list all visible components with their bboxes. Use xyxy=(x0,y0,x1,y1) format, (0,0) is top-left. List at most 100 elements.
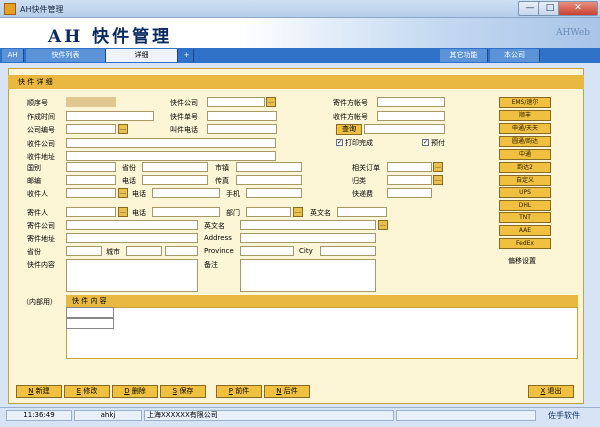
caller-phone-input[interactable] xyxy=(207,124,277,134)
province-en-input[interactable] xyxy=(240,246,294,256)
send-addr-input[interactable] xyxy=(66,233,198,243)
courier-button-2[interactable]: 申通/天天 xyxy=(499,123,551,134)
edit-label: 修改 xyxy=(83,387,98,395)
paid-checkbox[interactable]: ✓ xyxy=(422,139,429,146)
en-name2-input[interactable] xyxy=(240,220,376,230)
courier-button-1[interactable]: 顺丰 xyxy=(499,110,551,121)
sender-lookup-button[interactable]: … xyxy=(118,207,128,217)
new-button[interactable]: N 新建 xyxy=(16,385,62,398)
paid-label: 预付 xyxy=(431,139,445,147)
courier-button-11[interactable]: FedEx xyxy=(499,238,551,249)
courier-button-7[interactable]: UPS xyxy=(499,187,551,198)
fax-input[interactable] xyxy=(236,175,302,185)
mobile-label: 手机 xyxy=(226,190,240,198)
content-textarea[interactable] xyxy=(66,259,198,292)
tab-home[interactable]: AH xyxy=(2,49,24,62)
sender-acct-input[interactable] xyxy=(377,97,445,107)
internal-label: （内部用） xyxy=(22,298,57,306)
created-input[interactable] xyxy=(66,111,154,121)
printed-checkbox[interactable]: ✓ xyxy=(336,139,343,146)
country-input[interactable] xyxy=(66,162,116,172)
city-en-input[interactable] xyxy=(320,246,376,256)
sprovince-label: 省份 xyxy=(27,248,41,256)
dept-lookup-button[interactable]: … xyxy=(293,207,303,217)
order-input[interactable] xyxy=(387,162,432,172)
scity-label: 城市 xyxy=(106,248,120,256)
content-label: 快件内容 xyxy=(27,261,55,269)
province-label: 省份 xyxy=(122,164,136,172)
delete-button[interactable]: D 删除 xyxy=(112,385,158,398)
zip-input[interactable] xyxy=(66,175,116,185)
tab-add[interactable]: + xyxy=(180,49,194,62)
sender-label: 寄件人 xyxy=(27,209,48,217)
status-vendor: 佐手软件 xyxy=(548,411,580,420)
offset-settings-link[interactable]: 偏移设置 xyxy=(508,256,536,266)
close-button[interactable]: ✕ xyxy=(558,1,598,16)
tab-list[interactable]: 快件列表 xyxy=(26,49,106,62)
en-name2-lookup-button[interactable]: … xyxy=(378,220,388,230)
courier-co-label: 快件公司 xyxy=(170,99,198,107)
category-input[interactable] xyxy=(387,175,432,185)
company-no-lookup-button[interactable]: … xyxy=(118,124,128,134)
grid-cell[interactable] xyxy=(66,307,114,318)
express-fee-label: 快递费 xyxy=(352,190,373,198)
courier-button-10[interactable]: AAE xyxy=(499,225,551,236)
courier-button-5[interactable]: 韵达2 xyxy=(499,162,551,173)
phone2-input[interactable] xyxy=(152,188,220,198)
internal-grid[interactable] xyxy=(66,307,578,359)
app-logo: AH 快件管理 xyxy=(48,27,173,47)
recv-addr-input[interactable] xyxy=(66,151,276,161)
courier-co-lookup-button[interactable]: … xyxy=(266,97,276,107)
prev-button[interactable]: P 前件 xyxy=(216,385,262,398)
recv-acct-input[interactable] xyxy=(377,111,445,121)
courier-button-3[interactable]: 圆通/韵达 xyxy=(499,136,551,147)
save-button[interactable]: S 保存 xyxy=(160,385,206,398)
company-no-input[interactable] xyxy=(66,124,116,134)
receiver-input[interactable] xyxy=(66,188,116,198)
phone2-label: 电话 xyxy=(132,190,146,198)
en-name-input[interactable] xyxy=(337,207,387,217)
express-fee-input[interactable] xyxy=(387,188,432,198)
province-input[interactable] xyxy=(142,162,208,172)
zip-label: 邮编 xyxy=(27,177,41,185)
dept-input[interactable] xyxy=(246,207,291,217)
courier-button-9[interactable]: TNT xyxy=(499,212,551,223)
courier-no-input[interactable] xyxy=(207,111,277,121)
query-button[interactable]: 查询 xyxy=(336,124,362,135)
note-label: 备注 xyxy=(204,261,218,269)
send-addr-label: 寄件地址 xyxy=(27,235,55,243)
recv-company-input[interactable] xyxy=(66,138,276,148)
note-textarea[interactable] xyxy=(240,259,376,292)
scity-input[interactable] xyxy=(126,246,162,256)
next-button[interactable]: N 后件 xyxy=(264,385,310,398)
mobile-input[interactable] xyxy=(246,188,302,198)
delete-key: D xyxy=(124,387,130,395)
internal-header: 快 件 内 容 xyxy=(66,295,578,307)
address-input[interactable] xyxy=(240,233,376,243)
sender-input[interactable] xyxy=(66,207,116,217)
edit-button[interactable]: E 修改 xyxy=(64,385,110,398)
courier-button-4[interactable]: 中通 xyxy=(499,149,551,160)
dept-label: 部门 xyxy=(226,209,240,217)
exit-button[interactable]: X 退出 xyxy=(528,385,574,398)
order-lookup-button[interactable]: … xyxy=(433,162,443,172)
city-input[interactable] xyxy=(236,162,302,172)
courier-button-0[interactable]: EMS/速尔 xyxy=(499,97,551,108)
save-label: 保存 xyxy=(179,387,194,395)
courier-button-8[interactable]: DHL xyxy=(499,200,551,211)
phone-input[interactable] xyxy=(142,175,208,185)
send-company-input[interactable] xyxy=(66,220,198,230)
tab-detail[interactable]: 详细 xyxy=(106,49,178,62)
grid-cell-edit[interactable] xyxy=(66,318,114,329)
district-input[interactable] xyxy=(165,246,198,256)
courier-co-input[interactable] xyxy=(207,97,265,107)
sphone-input[interactable] xyxy=(152,207,220,217)
tab-company[interactable]: 本公司 xyxy=(490,49,540,62)
tab-other[interactable]: 其它功能 xyxy=(440,49,488,62)
category-lookup-button[interactable]: … xyxy=(433,175,443,185)
receiver-lookup-button[interactable]: … xyxy=(118,188,128,198)
courier-button-6[interactable]: 自定义 xyxy=(499,175,551,186)
query-input[interactable] xyxy=(364,124,445,134)
sprovince-input[interactable] xyxy=(66,246,102,256)
country-label: 国别 xyxy=(27,164,41,172)
